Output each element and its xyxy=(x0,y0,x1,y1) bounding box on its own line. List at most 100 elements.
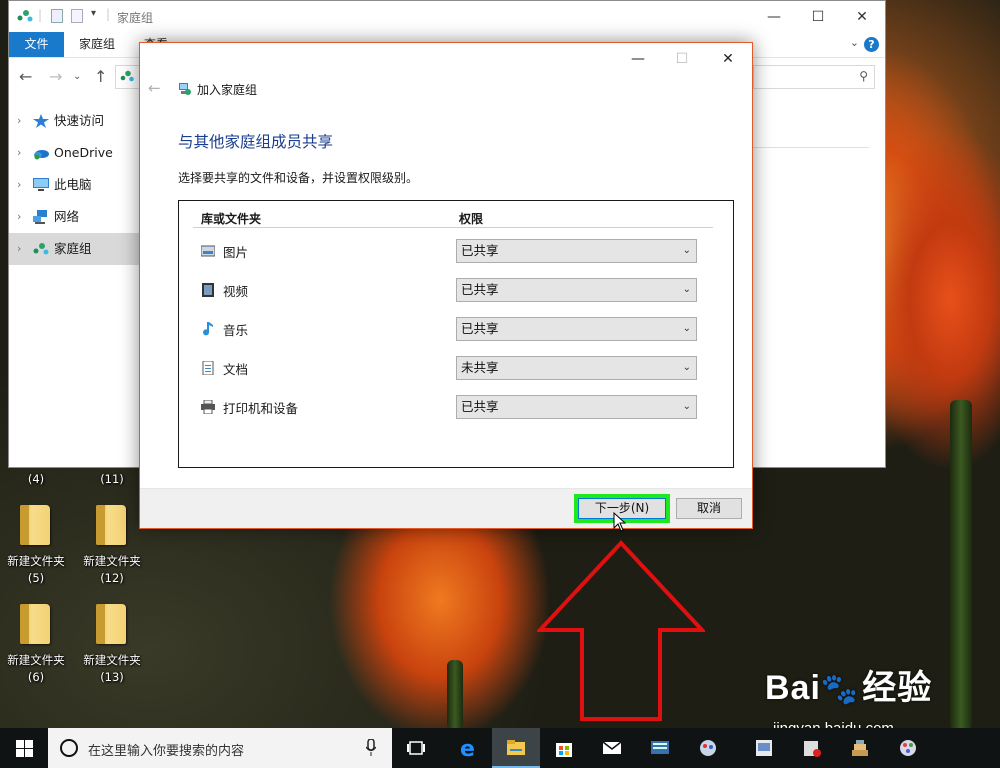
sidebar-item-label: 快速访问 xyxy=(54,113,105,128)
desktop-icon-label: 新建文件夹 xyxy=(7,653,65,667)
permission-value: 已共享 xyxy=(461,399,499,414)
minimize-button[interactable]: — xyxy=(751,3,797,31)
taskbar-app-button[interactable] xyxy=(884,728,932,768)
printer-icon xyxy=(201,400,215,414)
divider xyxy=(753,147,869,148)
pictures-icon xyxy=(201,245,215,257)
permission-dropdown[interactable]: 已共享 ⌄ xyxy=(456,317,697,341)
minimize-button[interactable]: — xyxy=(616,45,660,73)
svg-text:e: e xyxy=(460,738,475,758)
help-icon[interactable]: ? xyxy=(864,37,879,52)
taskbar-app-button[interactable] xyxy=(684,728,732,768)
desktop-icon-label: 新建文件夹 xyxy=(83,554,141,568)
sidebar-item-onedrive[interactable]: › OneDrive xyxy=(9,137,141,169)
sidebar-item-label: 此电脑 xyxy=(54,177,92,192)
up-icon[interactable]: ↑ xyxy=(94,67,107,86)
chevron-right-icon[interactable]: › xyxy=(17,169,21,201)
close-button[interactable]: ✕ xyxy=(839,3,885,31)
microphone-icon[interactable] xyxy=(366,739,376,757)
chevron-right-icon[interactable]: › xyxy=(17,137,21,169)
navigation-pane: › 快速访问 › OneDrive › 此电脑 › 网络 › 家庭组 xyxy=(9,105,141,265)
taskbar: 在这里输入你要搜索的内容 e xyxy=(0,728,1000,768)
library-label: 视频 xyxy=(223,284,249,299)
taskbar-app-button[interactable] xyxy=(740,728,788,768)
homegroup-icon xyxy=(120,70,134,82)
flower-stem xyxy=(447,660,463,730)
cortana-icon xyxy=(60,739,78,757)
chevron-down-icon: ⌄ xyxy=(682,245,691,256)
separator: | xyxy=(38,8,43,22)
dialog-title: 加入家庭组 xyxy=(197,83,258,97)
dialog-heading: 与其他家庭组成员共享 xyxy=(178,133,334,151)
divider xyxy=(193,227,713,228)
edge-button[interactable]: e xyxy=(444,728,492,768)
customize-toolbar-icon[interactable]: ▾ xyxy=(91,8,96,19)
star-icon xyxy=(33,114,49,128)
chevron-right-icon[interactable]: › xyxy=(17,105,21,137)
store-icon xyxy=(556,743,572,757)
baidu-jingyan-watermark: Bai🐾经验 jingyan.baidu.com xyxy=(765,660,933,737)
desktop-icon-label: 新建文件夹 xyxy=(7,554,65,568)
app-icon-6 xyxy=(900,740,916,756)
paw-icon: 🐾 xyxy=(820,672,859,707)
app-icon-5 xyxy=(852,740,868,756)
sidebar-item-label: 网络 xyxy=(54,209,80,224)
library-label: 打印机和设备 xyxy=(223,401,299,416)
permission-dropdown[interactable]: 已共享 ⌄ xyxy=(456,395,697,419)
list-item: 打印机和设备 已共享 ⌄ xyxy=(179,395,733,419)
permission-dropdown[interactable]: 已共享 ⌄ xyxy=(456,239,697,263)
close-button[interactable]: ✕ xyxy=(706,45,750,73)
new-folder-icon[interactable] xyxy=(71,9,83,23)
taskbar-app-button[interactable] xyxy=(636,728,684,768)
mail-button[interactable] xyxy=(588,728,636,768)
properties-icon[interactable] xyxy=(51,9,63,23)
mouse-cursor-icon xyxy=(613,512,627,532)
task-view-button[interactable] xyxy=(392,728,440,768)
back-icon[interactable]: ← xyxy=(148,79,161,97)
search-input[interactable]: ⚲ xyxy=(753,65,875,89)
onedrive-icon xyxy=(34,150,49,160)
file-explorer-button[interactable] xyxy=(492,728,540,768)
desktop-icon-count: (13) xyxy=(100,670,124,684)
recent-locations-icon[interactable]: ⌄ xyxy=(73,71,81,82)
dialog-footer: 下一步(N) 取消 xyxy=(140,488,752,528)
chevron-down-icon: ⌄ xyxy=(682,362,691,373)
maximize-button: ☐ xyxy=(675,51,689,67)
pc-icon xyxy=(33,178,49,191)
library-label: 音乐 xyxy=(223,323,249,338)
ribbon-expand-icon[interactable]: ⌄ xyxy=(850,36,859,49)
watermark-brand: Bai xyxy=(765,669,821,707)
permission-dropdown[interactable]: 未共享 ⌄ xyxy=(456,356,697,380)
forward-icon[interactable]: → xyxy=(49,67,62,86)
tab-file[interactable]: 文件 xyxy=(9,32,64,57)
music-icon xyxy=(203,322,213,336)
sidebar-item-quick-access[interactable]: › 快速访问 xyxy=(9,105,141,137)
taskbar-app-button[interactable] xyxy=(836,728,884,768)
list-item: 音乐 已共享 ⌄ xyxy=(179,317,733,341)
taskbar-app-button[interactable] xyxy=(788,728,836,768)
chevron-down-icon: ⌄ xyxy=(682,284,691,295)
start-button[interactable] xyxy=(0,728,48,768)
sidebar-item-network[interactable]: › 网络 xyxy=(9,201,141,233)
back-icon[interactable]: ← xyxy=(19,67,32,86)
maximize-button[interactable]: ☐ xyxy=(795,3,841,31)
column-header-permission: 权限 xyxy=(459,212,484,226)
chevron-down-icon: ⌄ xyxy=(682,401,691,412)
sidebar-item-this-pc[interactable]: › 此电脑 xyxy=(9,169,141,201)
cancel-button[interactable]: 取消 xyxy=(676,498,742,519)
permission-value: 已共享 xyxy=(461,321,499,336)
sidebar-item-label: 家庭组 xyxy=(54,241,92,256)
tab-homegroup[interactable]: 家庭组 xyxy=(79,32,115,57)
taskbar-search-input[interactable]: 在这里输入你要搜索的内容 xyxy=(48,728,392,768)
desktop-icon-count: (4) xyxy=(27,472,45,486)
sidebar-item-homegroup[interactable]: › 家庭组 xyxy=(9,233,141,265)
chevron-right-icon[interactable]: › xyxy=(17,233,21,265)
watermark-brand-cn: 经验 xyxy=(862,669,933,707)
chevron-right-icon[interactable]: › xyxy=(17,201,21,233)
store-button[interactable] xyxy=(540,728,588,768)
flower-stem xyxy=(950,400,972,730)
join-homegroup-dialog: — ☐ ✕ ← 加入家庭组 与其他家庭组成员共享 选择要共享的文件和设备，并设置… xyxy=(139,42,753,529)
column-header-library: 库或文件夹 xyxy=(201,212,262,226)
file-explorer-icon xyxy=(507,740,525,755)
permission-dropdown[interactable]: 已共享 ⌄ xyxy=(456,278,697,302)
